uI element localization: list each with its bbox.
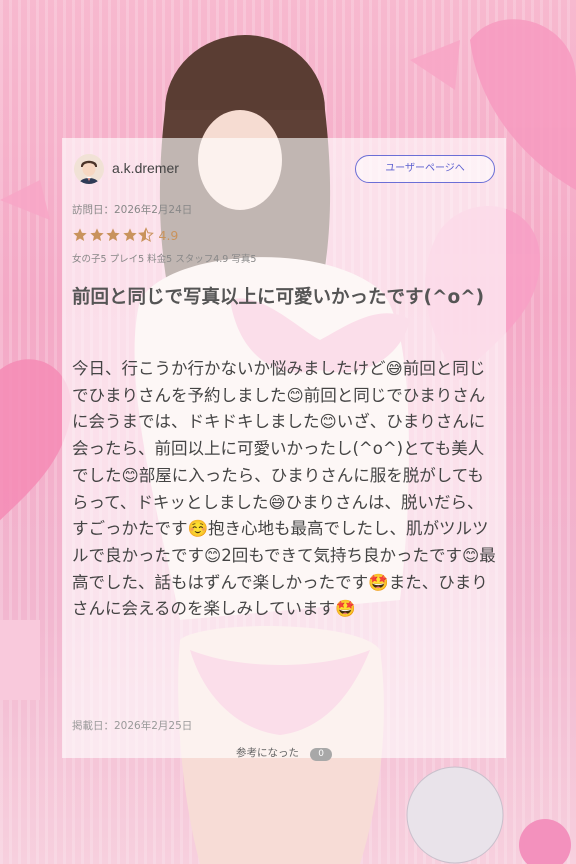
review-card: a.k.dremer ユーザーページへ 訪問日：2026年2月24日 4.9 女… <box>62 138 506 761</box>
posted-date: 掲載日：2026年2月25日 <box>72 720 193 732</box>
user-avatar-icon[interactable] <box>74 154 104 184</box>
star-icon <box>89 228 104 241</box>
star-icon <box>122 228 137 241</box>
rating-stars: 4.9 <box>72 227 178 243</box>
star-half-icon <box>138 227 154 243</box>
username[interactable]: a.k.dremer <box>112 160 179 176</box>
user-page-button[interactable]: ユーザーページへ <box>355 155 495 183</box>
review-title: 前回と同じで写真以上に可愛いかったです(^o^) <box>72 287 485 308</box>
visit-date: 訪問日：2026年2月24日 <box>72 204 193 216</box>
star-icon <box>73 228 87 241</box>
rating-breakdown: 女の子5 プレイ5 料金5 スタッフ4.9 写真5 <box>72 254 257 265</box>
helpful-button[interactable]: 参考になった 0 <box>62 745 506 761</box>
helpful-label[interactable]: 参考になった <box>236 747 299 759</box>
helpful-count-badge: 0 <box>310 748 333 761</box>
review-body: 今日、行こうか行かないか悩みましたけど😅前回と同じでひまりさんを予約しました😊前… <box>72 359 496 619</box>
star-icon <box>106 228 120 241</box>
rating-score: 4.9 <box>158 227 179 243</box>
